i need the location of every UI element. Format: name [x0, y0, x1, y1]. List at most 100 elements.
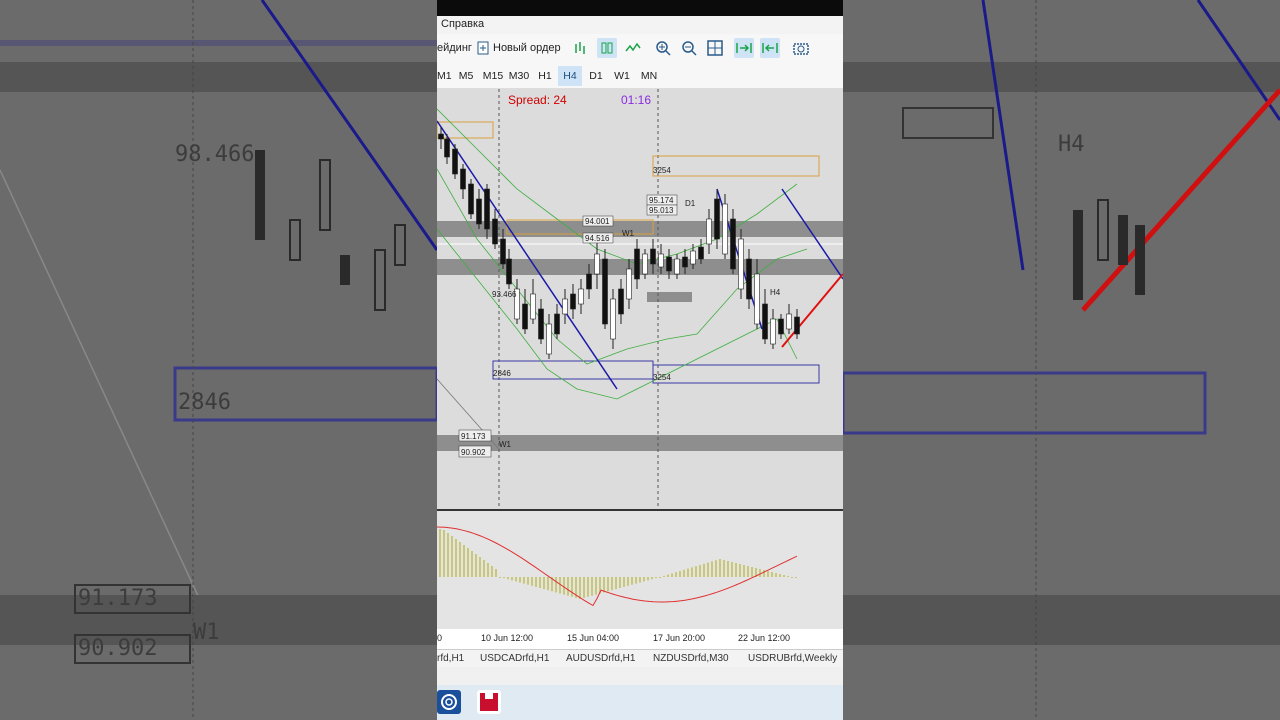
chart-tab[interactable]: NZDUSDrfd,M30 [653, 653, 729, 664]
bar-chart-button[interactable] [571, 38, 591, 58]
timeframe-h4[interactable]: H4 [558, 66, 582, 86]
candles-button[interactable] [597, 38, 617, 58]
macd-bar [531, 577, 533, 586]
macd-bar [743, 565, 745, 577]
app-icon[interactable] [477, 690, 501, 714]
candle-body [786, 313, 792, 330]
zoom-out-icon [682, 41, 697, 56]
candle-body [484, 188, 490, 230]
macd-bar [447, 533, 449, 577]
timeframe-m1[interactable]: M1 [437, 66, 452, 86]
chart-tab[interactable]: AUDUSDrfd,H1 [566, 653, 635, 664]
macd-bar [619, 577, 621, 588]
chart-shift-button[interactable] [760, 38, 780, 58]
zone-label: D1 [685, 199, 696, 208]
tile-windows-button[interactable] [705, 38, 725, 58]
macd-bar [607, 577, 609, 592]
candle-body [722, 203, 728, 255]
screenshot-button[interactable] [791, 38, 811, 58]
macd-bar [603, 577, 605, 593]
macd-bar [547, 577, 549, 591]
candle-body [452, 148, 458, 175]
macd-bar [583, 577, 585, 598]
macd-bar [691, 567, 693, 577]
zone-w1-lower [437, 435, 843, 451]
zone-label: 3254 [653, 166, 671, 175]
bg-price-label: 90.902 [78, 636, 158, 661]
new-order-button[interactable]: Новый ордер [477, 38, 561, 58]
candles-group [438, 127, 800, 359]
macd-bar [711, 561, 713, 577]
price-label: 90.902 [461, 448, 486, 457]
macd-bar [631, 577, 633, 585]
macd-bar [515, 577, 517, 582]
timeframe-h1[interactable]: H1 [535, 66, 555, 86]
toolbar: ейдинг Новый ордер [437, 34, 843, 62]
macd-bar [487, 563, 489, 577]
line-chart-button[interactable] [623, 38, 643, 58]
macd-bar [567, 577, 569, 596]
chart-tab[interactable]: USDCADrfd,H1 [480, 653, 549, 664]
zoom-in-button[interactable] [653, 38, 673, 58]
terminal-app-icon[interactable] [437, 690, 461, 714]
macd-bar [651, 577, 653, 580]
macd-bar [439, 529, 441, 577]
candle-body [738, 238, 744, 290]
macd-bar [507, 577, 509, 580]
macd-bar [591, 577, 593, 596]
timeframe-bar: M1 M5 M15 M30 H1 H4 D1 W1 MN [437, 62, 843, 89]
downtrend-line [437, 120, 618, 390]
supply-box [437, 121, 494, 139]
timeframe-m15[interactable]: M15 [481, 66, 505, 86]
macd-bar [763, 570, 765, 577]
macd-bar [775, 573, 777, 577]
macd-bar [647, 577, 649, 581]
price-label: 93.466 [492, 290, 517, 299]
macd-bar [703, 563, 705, 577]
algo-trading-button[interactable]: ейдинг [437, 38, 472, 58]
auto-scroll-button[interactable] [734, 38, 754, 58]
auto-scroll-icon [736, 43, 752, 53]
candle-body [634, 248, 640, 280]
timeframe-w1[interactable]: W1 [612, 66, 632, 86]
macd-bar [555, 577, 557, 593]
macd-bar [571, 577, 573, 597]
bg-price-label: 91.173 [78, 586, 158, 611]
candle-body [746, 258, 752, 300]
macd-bar [779, 574, 781, 577]
chart-tab[interactable]: rfd,H1 [437, 653, 464, 664]
price-chart[interactable]: 94.001 94.516 95.174 95.013 93.466 91.17… [437, 89, 843, 649]
candle-body [730, 218, 736, 270]
timeframe-m30[interactable]: M30 [507, 66, 531, 86]
zoom-in-icon [656, 41, 671, 56]
macd-bar [543, 577, 545, 590]
zone-label: W1 [499, 440, 512, 449]
macd-bar [683, 569, 685, 577]
new-order-icon [477, 41, 489, 55]
bar-chart-icon [575, 42, 585, 54]
candle-body [754, 273, 760, 325]
time-axis-label: 0 [437, 633, 443, 643]
timeframe-d1[interactable]: D1 [586, 66, 606, 86]
new-order-label: Новый ордер [493, 42, 561, 54]
menu-item-help[interactable]: Справка [441, 18, 484, 30]
macd-bar [735, 563, 737, 577]
macd-bar [675, 572, 677, 577]
zone-w1-upper [437, 259, 843, 275]
candle-body [438, 133, 444, 140]
macd-bar [727, 561, 729, 577]
timeframe-mn[interactable]: MN [638, 66, 660, 86]
candle-body [642, 253, 648, 275]
background-left: 98.466 2846 91.173 90.902 W1 [0, 0, 437, 720]
macd-bar [495, 569, 497, 577]
zone-label: 2846 [493, 369, 511, 378]
candle-body [538, 308, 544, 340]
macd-bar [715, 560, 717, 577]
price-label: 95.174 [649, 196, 674, 205]
time-axis-label: 22 Jun 12:00 [738, 633, 791, 643]
chart-tab[interactable]: USDRUBrfd,Weekly [748, 653, 837, 664]
candle-body [618, 288, 624, 315]
candle-body [554, 313, 560, 335]
timeframe-m5[interactable]: M5 [455, 66, 477, 86]
zoom-out-button[interactable] [679, 38, 699, 58]
